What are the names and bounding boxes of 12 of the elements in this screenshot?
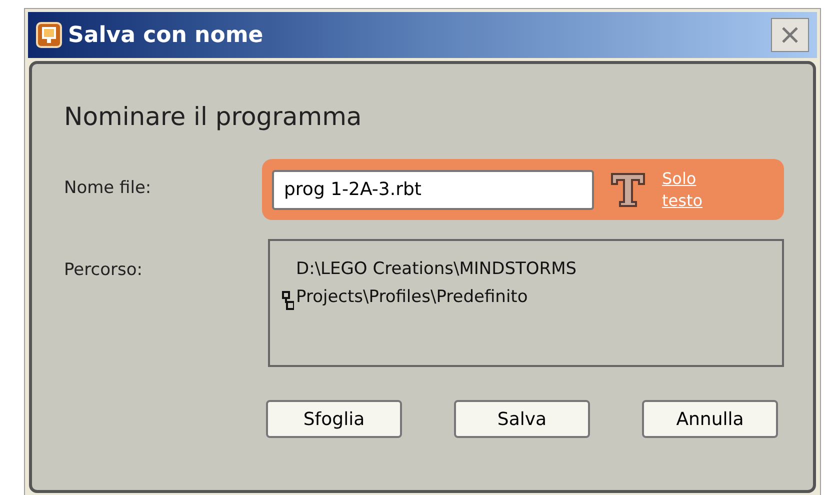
field-label: Percorso: xyxy=(64,259,142,282)
filename-field[interactable]: prog 1-2A-3.rbt xyxy=(272,170,594,210)
dialog-button[interactable]: Salva xyxy=(454,400,590,438)
dialog-button[interactable]: Sfoglia xyxy=(266,400,402,438)
window-title: Salva con nome xyxy=(68,22,264,50)
dialog-button[interactable]: Annulla xyxy=(642,400,778,438)
app-icon xyxy=(36,22,62,48)
dialog-heading: Nominare il programma xyxy=(64,101,362,133)
path-text: D:\LEGO Creations\MINDSTORMS Projects\Profiles\Predefinito xyxy=(296,258,578,309)
field-label: Nome file: xyxy=(64,177,152,200)
close-icon xyxy=(780,25,800,45)
close-button[interactable] xyxy=(771,18,809,52)
